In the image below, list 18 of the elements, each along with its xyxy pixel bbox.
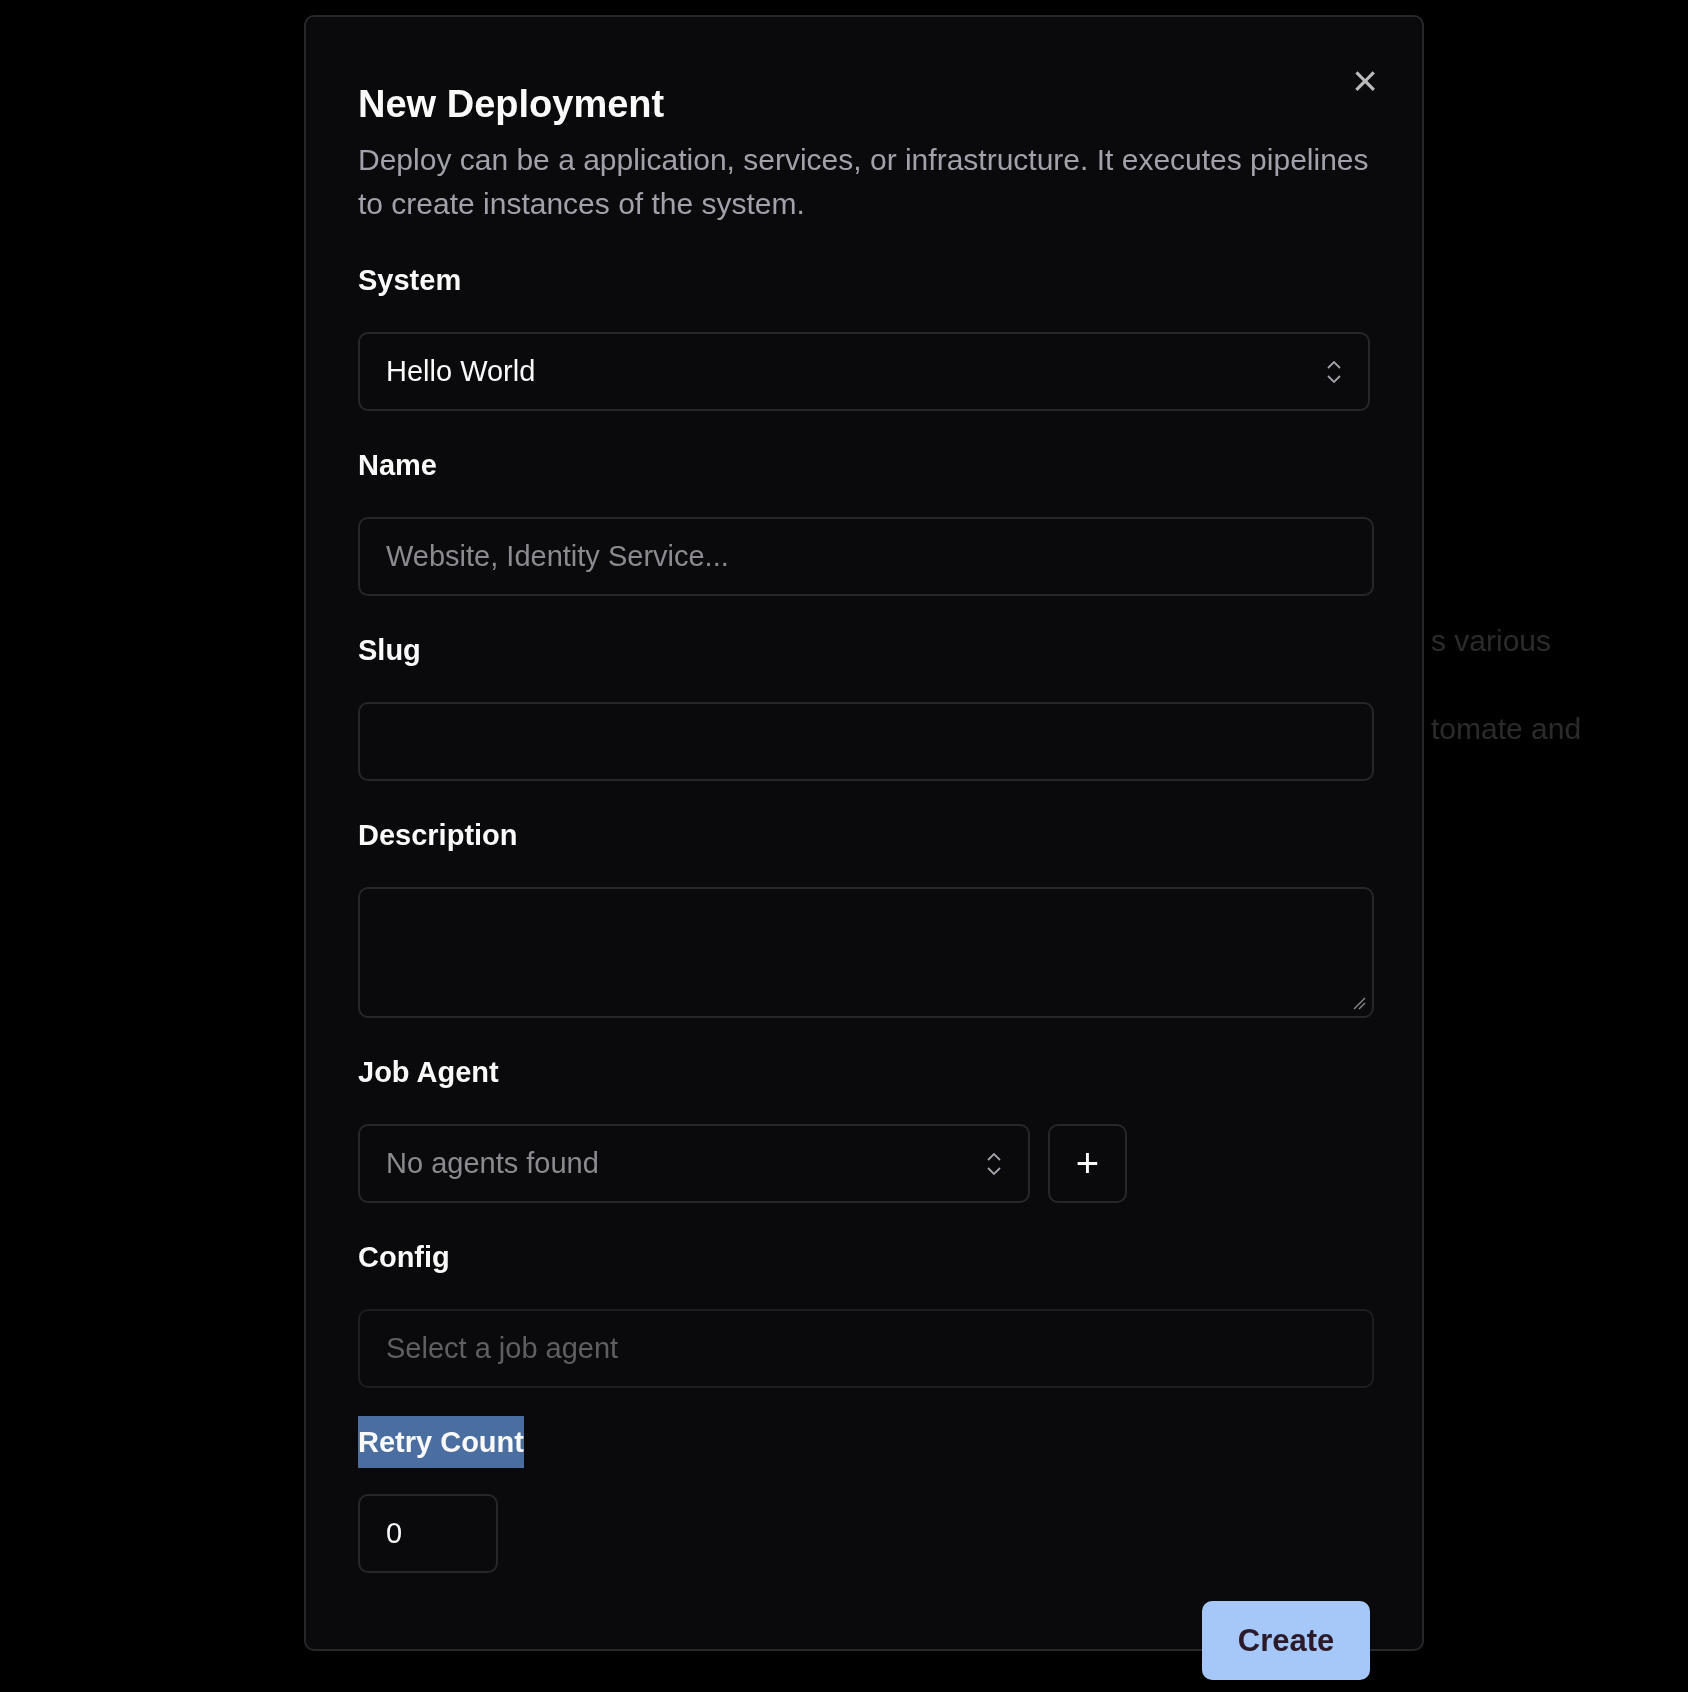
- input-field[interactable]: [358, 702, 1374, 781]
- dialog-title: New Deployment: [358, 83, 666, 126]
- field-label: Description: [358, 818, 518, 853]
- field-label: Name: [358, 448, 437, 483]
- select-field[interactable]: Hello World: [358, 332, 1370, 411]
- close-button[interactable]: ×: [1348, 61, 1382, 101]
- chevron-up-down-icon: [1326, 358, 1342, 385]
- create-button[interactable]: Create: [1202, 1601, 1370, 1680]
- field-label: Retry Count: [358, 1416, 524, 1468]
- input-field[interactable]: Website, Identity Service...: [358, 517, 1374, 596]
- number-field[interactable]: 0: [358, 1494, 498, 1573]
- field-label: Config: [358, 1240, 450, 1275]
- field-label: Job Agent: [358, 1055, 499, 1090]
- field-label: Slug: [358, 633, 421, 668]
- field-label: System: [358, 263, 462, 298]
- dialog-description: Deploy can be a application, services, or infrastructure. It executes pipelines to create instances of the system.: [358, 142, 1370, 222]
- resize-handle-icon[interactable]: [1352, 996, 1366, 1010]
- chevron-up-down-icon: [986, 1150, 1002, 1177]
